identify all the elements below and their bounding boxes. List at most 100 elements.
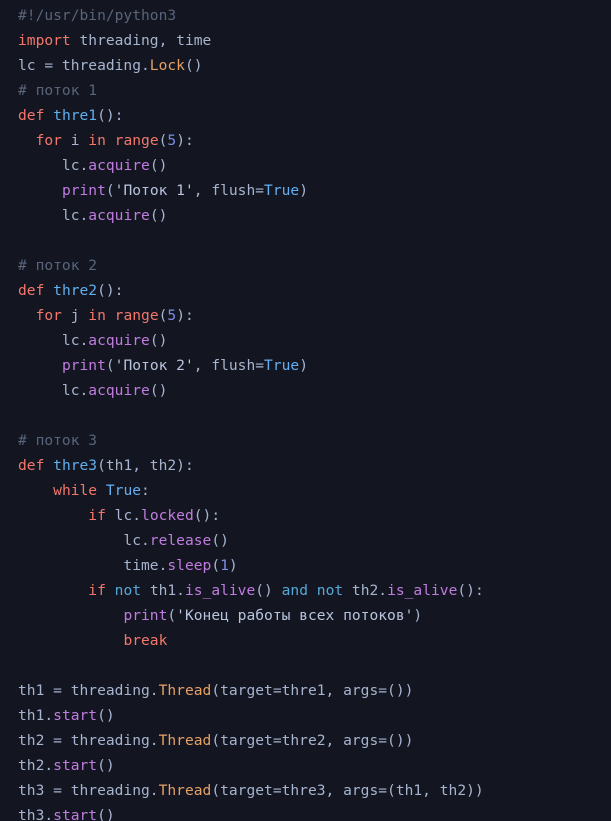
- code-token-kw: import: [18, 32, 71, 49]
- code-token-fn: thre3: [53, 457, 98, 474]
- code-token-met: acquire: [88, 157, 150, 174]
- code-token-bi: True: [105, 482, 142, 499]
- code-line[interactable]: # поток 2: [0, 253, 611, 278]
- code-line[interactable]: th2.start(): [0, 753, 611, 778]
- code-line[interactable]: for i in range(5):: [0, 128, 611, 153]
- code-token-var: (: [105, 357, 115, 374]
- code-token-var: th3 = threading.: [18, 782, 159, 799]
- code-token-var: lc.: [18, 332, 89, 349]
- code-token-var: [18, 357, 62, 374]
- code-token-met: print: [61, 357, 106, 374]
- code-line[interactable]: [0, 653, 611, 678]
- code-token-met: acquire: [88, 207, 150, 224]
- code-token-met: print: [123, 607, 168, 624]
- code-token-kw: break: [123, 632, 168, 649]
- code-token-var: (: [167, 607, 177, 624]
- code-line[interactable]: def thre3(th1, th2):: [0, 453, 611, 478]
- code-token-kw: def: [18, 107, 45, 124]
- code-token-var: [97, 482, 106, 499]
- code-token-var: th1.: [141, 582, 185, 599]
- code-token-var: j: [61, 307, 89, 324]
- code-line[interactable]: th1 = threading.Thread(target=thre1, arg…: [0, 678, 611, 703]
- code-line[interactable]: break: [0, 628, 611, 653]
- code-token-var: threading, time: [70, 32, 212, 49]
- code-token-str: 'Поток 2': [114, 357, 194, 374]
- code-token-kw: if: [88, 582, 106, 599]
- code-line[interactable]: lc.acquire(): [0, 378, 611, 403]
- code-line[interactable]: lc.acquire(): [0, 328, 611, 353]
- code-token-var: (: [211, 557, 221, 574]
- code-line[interactable]: # поток 1: [0, 78, 611, 103]
- code-token-op2: and: [281, 582, 308, 599]
- code-token-var: (target=thre3, args=(th1, th2)): [211, 782, 484, 799]
- code-token-var: [44, 282, 53, 299]
- code-token-var: [18, 607, 123, 624]
- code-token-var: (): [149, 382, 168, 399]
- code-token-str: 'Конец работы всех потоков': [176, 607, 414, 624]
- code-token-var: th2.: [343, 582, 388, 599]
- code-line[interactable]: import threading, time: [0, 28, 611, 53]
- code-token-var: [18, 507, 88, 524]
- code-token-var: lc.: [18, 157, 89, 174]
- code-token-com: # поток 2: [18, 257, 98, 274]
- code-token-var: [18, 132, 36, 149]
- code-line[interactable]: print('Поток 1', flush=True): [0, 178, 611, 203]
- code-line[interactable]: while True:: [0, 478, 611, 503]
- code-token-var: ): [228, 557, 238, 574]
- code-token-var: [18, 307, 36, 324]
- code-token-fn: thre2: [53, 282, 98, 299]
- code-token-bi: True: [264, 182, 300, 199]
- code-line[interactable]: lc = threading.Lock(): [0, 53, 611, 78]
- code-line[interactable]: th3 = threading.Thread(target=thre3, arg…: [0, 778, 611, 803]
- code-token-var: (): [184, 57, 203, 74]
- code-token-var: th2.: [18, 757, 54, 774]
- code-token-met: print: [61, 182, 106, 199]
- code-token-com: # поток 1: [18, 82, 98, 99]
- code-token-kw: range: [114, 307, 159, 324]
- code-token-cls: Lock: [149, 57, 185, 74]
- code-token-kw: in: [88, 132, 106, 149]
- code-line[interactable]: [0, 403, 611, 428]
- code-token-var: [308, 582, 317, 599]
- code-token-var: ():: [457, 582, 484, 599]
- code-line[interactable]: th2 = threading.Thread(target=thre2, arg…: [0, 728, 611, 753]
- code-line[interactable]: #!/usr/bin/python3: [0, 3, 611, 28]
- code-line[interactable]: def thre1():: [0, 103, 611, 128]
- code-token-kw: in: [88, 307, 106, 324]
- code-line[interactable]: if lc.locked():: [0, 503, 611, 528]
- code-line[interactable]: print('Конец работы всех потоков'): [0, 603, 611, 628]
- code-line[interactable]: [0, 228, 611, 253]
- code-token-var: (target=thre2, args=()): [211, 732, 414, 749]
- code-token-var: [106, 307, 115, 324]
- code-token-op2: not: [316, 582, 344, 599]
- code-viewer[interactable]: #!/usr/bin/python3 import threading, time…: [0, 0, 611, 821]
- code-token-met: locked: [141, 507, 194, 524]
- code-token-var: ():: [193, 507, 221, 524]
- code-token-fn: thre1: [53, 107, 98, 124]
- code-token-num: 5: [167, 307, 177, 324]
- code-token-num: 5: [167, 132, 177, 149]
- code-line[interactable]: lc.acquire(): [0, 153, 611, 178]
- code-token-met: sleep: [167, 557, 212, 574]
- code-line[interactable]: lc.acquire(): [0, 203, 611, 228]
- code-line[interactable]: lc.release(): [0, 528, 611, 553]
- code-line[interactable]: print('Поток 2', flush=True): [0, 353, 611, 378]
- code-line[interactable]: if not th1.is_alive() and not th2.is_ali…: [0, 578, 611, 603]
- code-line[interactable]: time.sleep(1): [0, 553, 611, 578]
- code-token-met: acquire: [88, 382, 150, 399]
- code-token-met: is_alive: [387, 582, 458, 599]
- code-line[interactable]: th3.start(): [0, 803, 611, 821]
- code-token-var: [44, 107, 53, 124]
- code-line[interactable]: def thre2():: [0, 278, 611, 303]
- code-token-var: [106, 582, 115, 599]
- code-token-str: 'Поток 1': [114, 182, 194, 199]
- code-line[interactable]: th1.start(): [0, 703, 611, 728]
- code-line[interactable]: for j in range(5):: [0, 303, 611, 328]
- code-token-var: (): [149, 157, 168, 174]
- code-token-kw: def: [18, 282, 45, 299]
- code-token-var: [18, 182, 62, 199]
- code-line[interactable]: # поток 3: [0, 428, 611, 453]
- code-token-var: i: [61, 132, 89, 149]
- code-token-var: (): [149, 332, 168, 349]
- code-token-var: [44, 457, 53, 474]
